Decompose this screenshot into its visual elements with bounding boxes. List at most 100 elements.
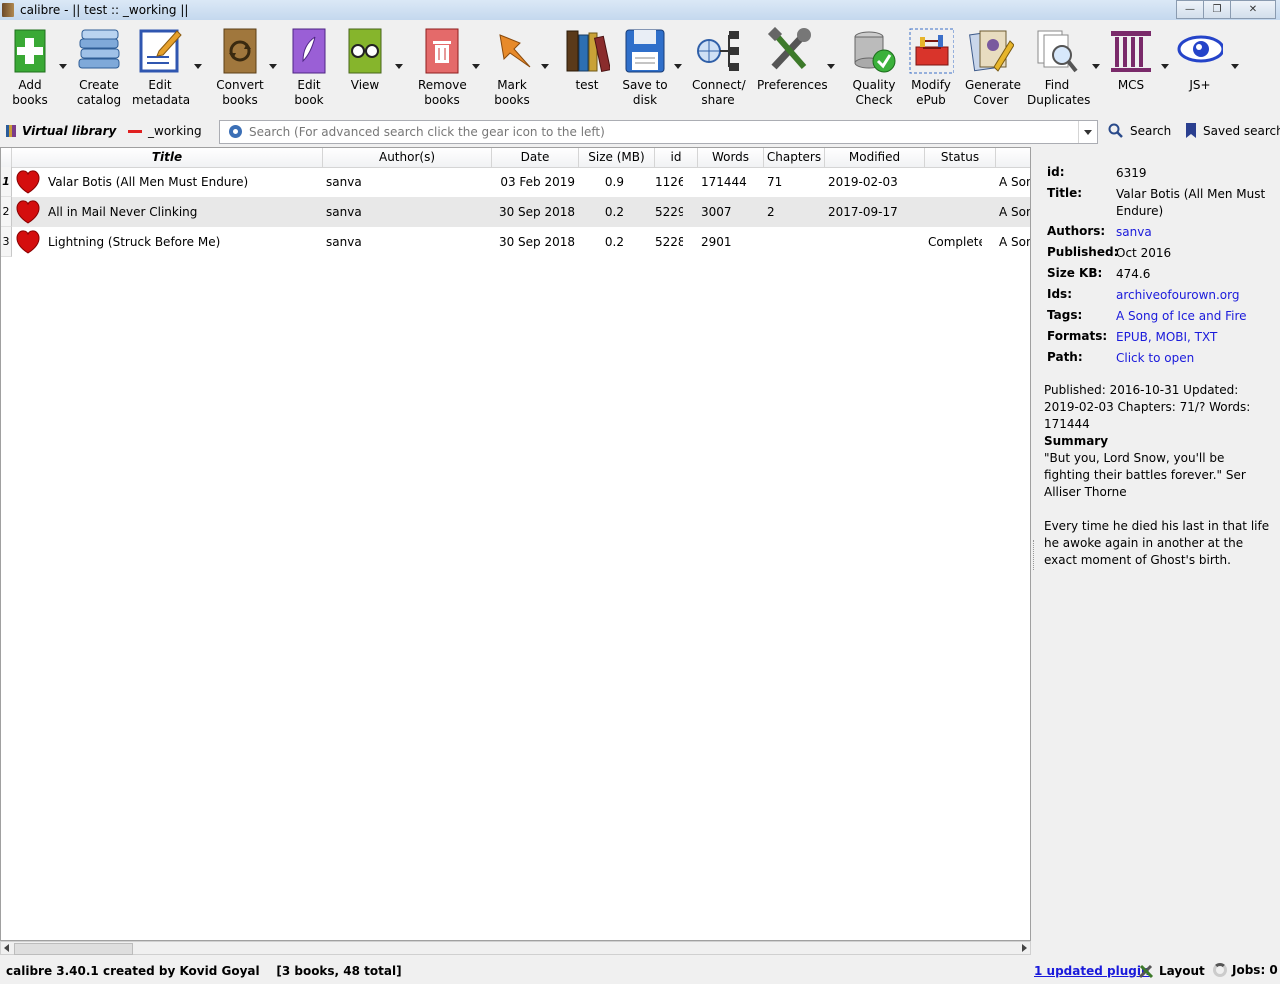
cell-date: 30 Sep 2018 (498, 235, 575, 249)
find-duplicates-dropdown[interactable] (1092, 64, 1100, 69)
quality-check-button[interactable]: Quality Check (849, 26, 899, 108)
edit-metadata-dropdown[interactable] (194, 64, 202, 69)
view-dropdown[interactable] (395, 64, 403, 69)
virtual-library-button[interactable]: Virtual library (6, 124, 116, 138)
save-to-disk-button[interactable]: Save to disk (620, 26, 670, 108)
view-label: View (350, 78, 380, 92)
magnifier-icon (1108, 123, 1123, 138)
cell-size: 0.9 (604, 175, 624, 189)
tools-icon (1138, 964, 1154, 979)
convert-books-button[interactable]: Convert books (214, 26, 266, 108)
status-text: calibre 3.40.1 created by Kovid Goyal [3… (6, 964, 402, 978)
row-number[interactable]: 1 (1, 167, 12, 197)
cell-modified: 2019-02-03 (828, 175, 898, 189)
summary-heading: Summary (1044, 434, 1109, 448)
remove-books-button[interactable]: Remove books (418, 26, 467, 108)
formats-link[interactable]: EPUB, MOBI, TXT (1116, 329, 1276, 346)
mark-books-label-2: books (494, 93, 530, 107)
create-catalog-label-1: Create (79, 78, 119, 92)
network-share-icon (695, 26, 741, 76)
cell-tags: A Song (999, 205, 1030, 219)
table-row[interactable]: Lightning (Struck Before Me) sanva 30 Se… (12, 227, 1030, 257)
author-link[interactable]: sanva (1116, 224, 1276, 241)
remove-books-dropdown[interactable] (472, 64, 480, 69)
restore-icon: ❐ (1212, 4, 1222, 15)
preferences-button[interactable]: Preferences (757, 26, 828, 93)
column-header-words[interactable]: Words (698, 148, 764, 167)
scrollbar-thumb[interactable] (14, 943, 133, 955)
mcs-button[interactable]: MCS (1108, 26, 1154, 93)
updated-plugin-link[interactable]: 1 updated plugin (1034, 964, 1149, 978)
detail-value: 474.6 (1116, 267, 1151, 281)
convert-books-dropdown[interactable] (269, 64, 277, 69)
table-row[interactable]: All in Mail Never Clinking sanva 30 Sep … (12, 197, 1030, 227)
jobs-button[interactable]: Jobs: 0 (1213, 963, 1278, 977)
close-window-button[interactable]: ✕ (1230, 0, 1276, 19)
tag-link[interactable]: A Song of Ice and Fire (1116, 308, 1276, 325)
test-library-button[interactable]: test (563, 26, 611, 93)
row-number[interactable]: 3 (1, 227, 12, 257)
quality-check-label-1: Quality (852, 78, 896, 92)
close-icon: ✕ (1248, 4, 1258, 15)
minimize-button[interactable]: — (1176, 0, 1204, 19)
js-plus-button[interactable]: JS+ (1176, 26, 1224, 93)
saved-search-button[interactable]: Saved search (1185, 123, 1280, 139)
create-catalog-button[interactable]: Create catalog (74, 26, 124, 108)
column-header-chapters[interactable]: Chapters (764, 148, 825, 167)
search-button[interactable]: Search (1108, 123, 1171, 139)
mark-books-button[interactable]: Mark books (489, 26, 535, 108)
connect-share-button[interactable]: Connect/share (692, 26, 746, 108)
find-duplicates-button[interactable]: Find Duplicates (1027, 26, 1090, 108)
add-books-button[interactable]: Add books (6, 26, 54, 108)
row-number[interactable]: 2 (1, 197, 12, 227)
maximize-button[interactable]: ❐ (1203, 0, 1231, 19)
detail-label: Formats: (1047, 329, 1108, 343)
column-header-date[interactable]: Date (492, 148, 579, 167)
add-books-label-1: Add (18, 78, 42, 92)
save-to-disk-label-1: Save to (622, 78, 668, 92)
table-row[interactable]: Valar Botis (All Men Must Endure) sanva … (12, 167, 1030, 197)
search-row: Virtual library _working Search (For adv… (0, 118, 1280, 146)
save-to-disk-dropdown[interactable] (674, 64, 682, 69)
detail-label: Size KB: (1047, 266, 1103, 280)
current-virtual-library[interactable]: _working (128, 124, 202, 138)
cell-title: Valar Botis (All Men Must Endure) (48, 175, 249, 189)
book-details-panel: id: 6319 Title: Valar Botis (All Men Mus… (1036, 147, 1280, 955)
cell-id: 1126 (655, 175, 683, 189)
scroll-right-icon[interactable] (1022, 944, 1027, 952)
cell-date: 30 Sep 2018 (498, 205, 575, 219)
detail-label: Title: (1047, 186, 1083, 200)
cell-tags: A Song (999, 235, 1030, 249)
search-input[interactable]: Search (For advanced search click the ge… (219, 120, 1098, 144)
floppy-disk-icon (622, 26, 668, 76)
js-plus-dropdown[interactable] (1231, 64, 1239, 69)
layout-button[interactable]: Layout (1138, 963, 1205, 979)
remove-books-icon (419, 26, 465, 76)
column-header-more[interactable] (996, 148, 1030, 167)
detail-value: 6319 (1116, 166, 1147, 180)
column-header-title[interactable]: Title (12, 148, 323, 167)
generate-cover-button[interactable]: Generate Cover (965, 26, 1021, 108)
modify-epub-button[interactable]: Modify ePub (906, 26, 956, 108)
book-list[interactable]: Title Author(s) Date Size (MB) id Words … (0, 147, 1031, 941)
scroll-left-icon[interactable] (4, 944, 9, 952)
gear-icon[interactable] (229, 125, 242, 138)
mcs-dropdown[interactable] (1161, 64, 1169, 69)
edit-metadata-button[interactable]: Edit metadata (132, 26, 190, 108)
cell-size: 0.2 (604, 205, 624, 219)
mark-books-dropdown[interactable] (541, 64, 549, 69)
edit-metadata-label-1: Edit (148, 78, 172, 92)
horizontal-scrollbar[interactable] (0, 941, 1031, 955)
path-link[interactable]: Click to open (1116, 350, 1276, 367)
column-header-modified[interactable]: Modified (825, 148, 925, 167)
identifier-link[interactable]: archiveofourown.org (1116, 287, 1276, 304)
column-header-authors[interactable]: Author(s) (323, 148, 492, 167)
preferences-dropdown[interactable] (827, 64, 835, 69)
view-button[interactable]: View (342, 26, 388, 93)
column-header-status[interactable]: Status (925, 148, 996, 167)
add-books-dropdown[interactable] (59, 64, 67, 69)
search-history-dropdown[interactable] (1078, 121, 1097, 143)
edit-book-button[interactable]: Edit book (286, 26, 332, 108)
column-header-size[interactable]: Size (MB) (579, 148, 655, 167)
column-header-id[interactable]: id (655, 148, 698, 167)
